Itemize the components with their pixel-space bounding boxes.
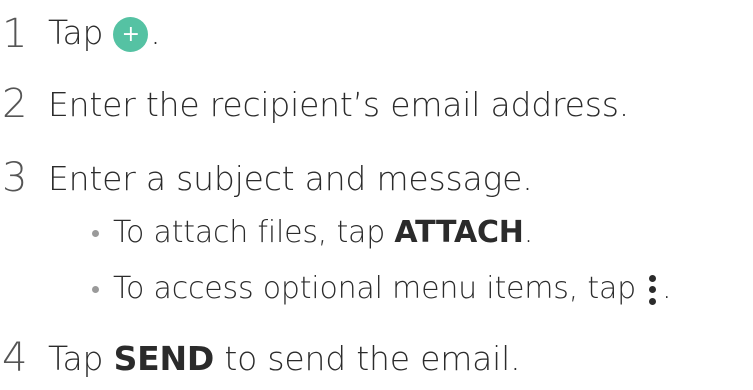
step-number: 3 [2, 155, 28, 201]
step-text: Tap SEND to send the email. [48, 338, 521, 378]
bullet-dot [92, 285, 99, 293]
step-4: 4 Tap SEND to send the email. [0, 335, 521, 381]
bullet-item-attach: To attach files, tap ATTACH. [92, 218, 533, 248]
more-vertical-icon [646, 274, 660, 305]
step-number: 2 [2, 81, 28, 127]
plus-icon: + [113, 17, 149, 52]
step-text: Enter a subject and message. [48, 158, 533, 198]
step-1: 1 Tap +. [0, 14, 161, 54]
step-number: 1 [2, 11, 28, 57]
bullet-text: To attach files, tap ATTACH. [113, 215, 534, 250]
bullet-item-menu: To access optional menu items, tap. [92, 271, 672, 306]
bullet-dot [92, 229, 99, 237]
step-2: 2 Enter the recipient’s email address. [0, 84, 629, 124]
step-3: 3 Enter a subject and message. [0, 158, 533, 198]
bullet-text: To access optional menu items, tap. [113, 271, 672, 306]
step-number: 4 [2, 335, 28, 381]
step-text: Tap +. [48, 13, 161, 52]
step-text: Enter the recipient’s email address. [48, 84, 630, 124]
